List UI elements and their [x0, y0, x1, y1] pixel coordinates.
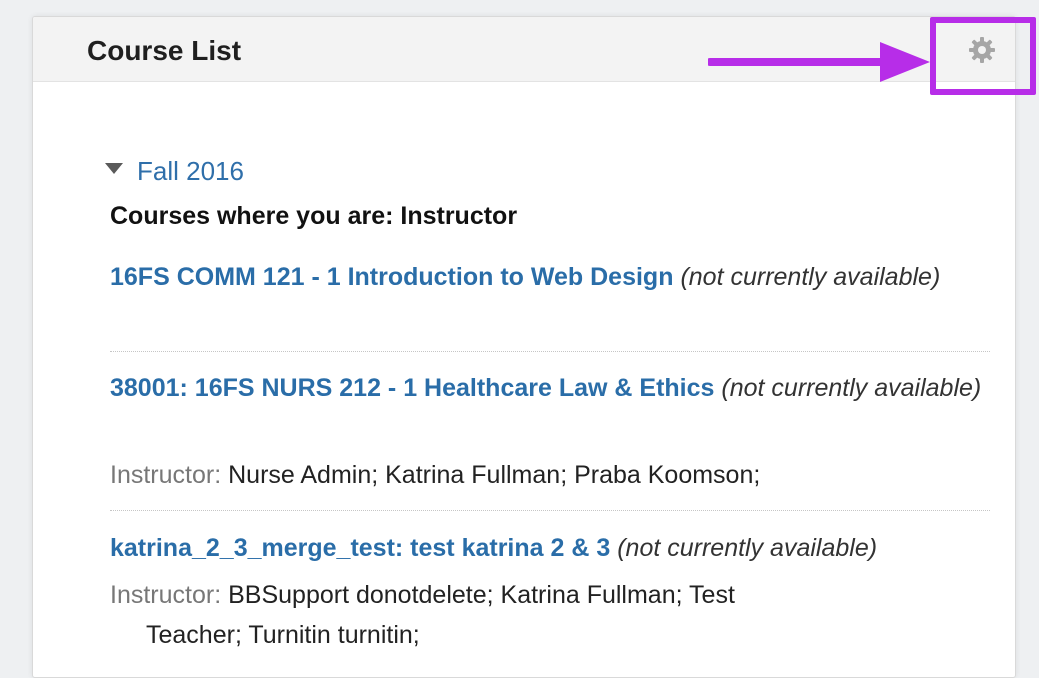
- course-item: katrina_2_3_merge_test: test katrina 2 &…: [110, 528, 990, 568]
- course-link-nurs212[interactable]: 38001: 16FS NURS 212 - 1 Healthcare Law …: [110, 374, 714, 402]
- highlight-box: [930, 17, 1036, 95]
- course-status: (not currently available): [721, 374, 982, 402]
- course-link-katrina-merge-test[interactable]: katrina_2_3_merge_test: test katrina 2 &…: [110, 534, 610, 562]
- divider: [110, 351, 990, 352]
- panel-title: Course List: [87, 35, 242, 66]
- course-item: 38001: 16FS NURS 212 - 1 Healthcare Law …: [110, 368, 990, 408]
- course-status: (not currently available): [680, 263, 941, 291]
- instructor-names-line2: Teacher; Turnitin turnitin;: [146, 621, 420, 649]
- instructor-names: Nurse Admin; Katrina Fullman; Praba Koom…: [228, 461, 761, 489]
- course-instructors: Instructor: BBSupport donotdelete; Katri…: [110, 575, 990, 655]
- instructor-label: Instructor:: [110, 581, 222, 609]
- instructor-names-line1: BBSupport donotdelete; Katrina Fullman; …: [228, 581, 735, 609]
- term-toggle-fall-2016[interactable]: Fall 2016: [105, 153, 244, 189]
- instructor-label: Instructor:: [110, 461, 222, 489]
- course-item: 16FS COMM 121 - 1 Introduction to Web De…: [110, 257, 990, 297]
- course-link-comm121[interactable]: 16FS COMM 121 - 1 Introduction to Web De…: [110, 263, 673, 291]
- arrow-right-icon: [708, 42, 930, 82]
- course-status: (not currently available): [617, 534, 878, 562]
- role-heading: Courses where you are: Instructor: [110, 202, 518, 230]
- caret-down-icon: [105, 162, 123, 174]
- term-label: Fall 2016: [137, 155, 244, 186]
- divider: [110, 510, 990, 511]
- course-instructors: Instructor: Nurse Admin; Katrina Fullman…: [110, 455, 990, 495]
